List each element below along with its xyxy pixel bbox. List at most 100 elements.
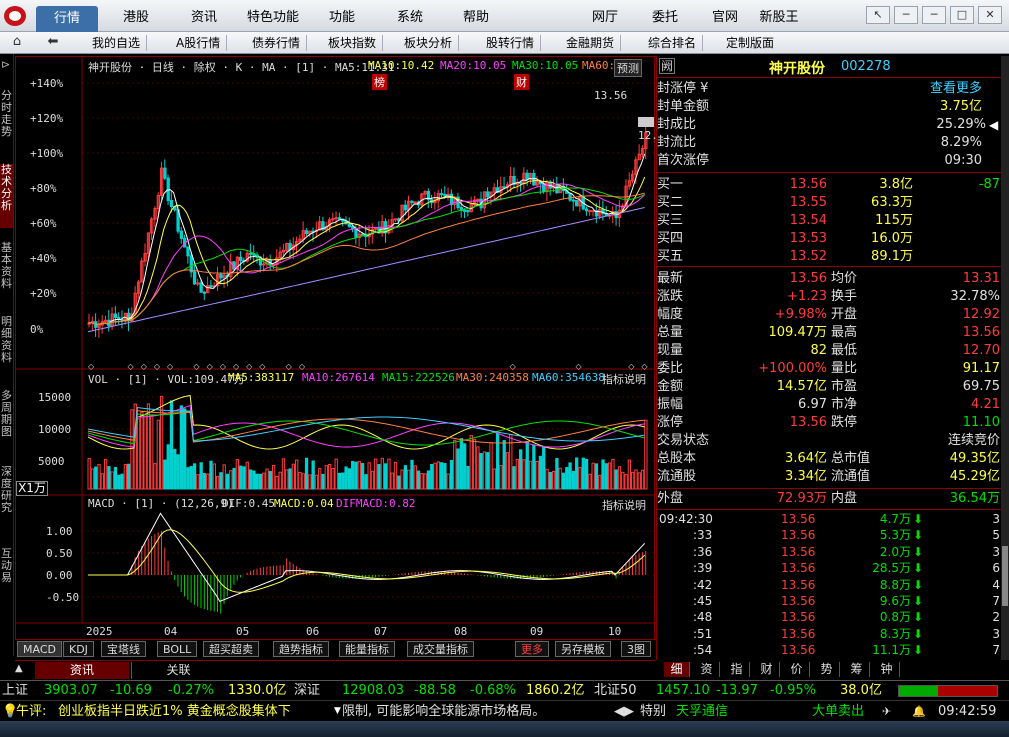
menu-tab-features[interactable]: 特色功能: [240, 8, 306, 28]
restore-icon[interactable]: ─: [922, 6, 946, 24]
panel-view-tab[interactable]: 价: [784, 662, 810, 677]
three-charts-button[interactable]: 3图: [621, 641, 651, 657]
menu-link-ipo[interactable]: 新股王: [755, 8, 803, 28]
nav-item-bonds[interactable]: 债券行情: [246, 35, 308, 51]
big-sell-alert[interactable]: 大单卖出: [812, 701, 864, 722]
bell-icon[interactable]: 🔔: [912, 701, 926, 722]
indicator-tab-overbought[interactable]: 超买超卖: [203, 641, 259, 657]
panel-view-tab[interactable]: 指: [724, 662, 750, 677]
menu-tab-help[interactable]: 帮助: [452, 8, 500, 28]
volume-bar: [90, 468, 95, 490]
nav-item-watchlist[interactable]: 我的自选: [86, 35, 148, 51]
indicator-tab-trend[interactable]: 趋势指标: [273, 641, 329, 657]
nav-item-futures[interactable]: 金融期货: [560, 35, 622, 51]
indicator-tab-macd[interactable]: MACD: [17, 641, 62, 657]
panel-view-tab[interactable]: 势: [814, 662, 840, 677]
bz-index-name[interactable]: 北证50: [594, 681, 637, 701]
stock-menu-icon[interactable]: 阙: [659, 58, 675, 74]
indicator-tab-energy[interactable]: 能量指标: [339, 641, 395, 657]
side-collapse-icon[interactable]: ⊳: [1, 58, 10, 71]
indicator-tab-volume[interactable]: 成交量指标: [407, 641, 474, 657]
kline-chart-svg[interactable]: ◇ ◇ ◇ ◇ ◇ ◇ ◇ ◇ ◇ ◇ ◇ ◇ ◇ ◇ ◇ ◇ ◇: [16, 57, 654, 639]
bid-row[interactable]: 买五 13.52 89.1万: [657, 248, 1002, 266]
info-tab-related[interactable]: 关联: [131, 662, 225, 679]
side-tab-multi-period[interactable]: 多周期图: [0, 390, 13, 450]
info-tab-news[interactable]: 资讯: [35, 662, 129, 679]
side-tab-research[interactable]: 深度研究: [0, 466, 13, 526]
volume-bar: [631, 471, 635, 490]
volume-bar: [627, 459, 632, 490]
forecast-button[interactable]: 预测: [614, 59, 642, 77]
tool-icon[interactable]: ✈: [882, 701, 891, 722]
more-button[interactable]: 更多: [515, 641, 549, 657]
kline-header[interactable]: 神开股份 · 日线 · 除权 · K · MA · [1] · MA5:11.3…: [88, 59, 395, 75]
tick-scrollbar[interactable]: [1001, 56, 1009, 660]
minimize-icon[interactable]: ─: [894, 6, 918, 24]
special-button[interactable]: 特别: [640, 701, 666, 722]
finance-flag[interactable]: 财: [514, 74, 529, 90]
news-headline-2[interactable]: 限制, 可能影响全球能源市场格局。: [342, 701, 545, 722]
signal-marker: ◇: [207, 362, 214, 371]
nav-item-neeq[interactable]: 股转行情: [480, 35, 542, 51]
side-tab-intraday[interactable]: 分时走势: [0, 90, 13, 150]
indicator-tab-tower[interactable]: 宝塔线: [101, 641, 146, 657]
volume-bar: [512, 466, 516, 490]
menu-tab-functions[interactable]: 功能: [318, 8, 366, 28]
panel-view-tab[interactable]: 财: [754, 662, 780, 677]
menu-link-trade[interactable]: 委托: [645, 8, 685, 28]
macd-indicator-help-button[interactable]: 指标说明: [602, 497, 646, 513]
view-more-link[interactable]: 查看更多: [930, 80, 982, 98]
volume-bar: [225, 473, 230, 490]
bid-row[interactable]: 买三 13.54 115万: [657, 212, 1002, 230]
nav-item-sector-analysis[interactable]: 板块分析: [398, 35, 460, 51]
tick-qty: 4.7万: [879, 512, 911, 526]
side-tab-details[interactable]: 明细资料: [0, 316, 13, 376]
bid-row[interactable]: 买四 13.53 16.0万: [657, 230, 1002, 248]
side-tab-technical[interactable]: 技术分析: [0, 164, 13, 228]
news-dropdown-icon[interactable]: ▼: [334, 701, 341, 722]
menu-link-site[interactable]: 官网: [705, 8, 745, 28]
macd-header[interactable]: MACD · [1] · (12,26,9): [88, 497, 234, 510]
tick-count: 6: [992, 561, 1000, 576]
nav-item-a-shares[interactable]: A股行情: [170, 35, 228, 51]
panel-view-tab[interactable]: 筹: [844, 662, 870, 677]
nav-item-sector-index[interactable]: 板块指数: [322, 35, 384, 51]
close-icon[interactable]: ✕: [978, 6, 1002, 24]
macd-value-label: MACD:0.04: [274, 497, 334, 510]
menu-tab-hk[interactable]: 港股: [110, 8, 162, 28]
sz-index-name[interactable]: 深证: [294, 681, 320, 701]
tick-price: 13.56: [781, 643, 816, 658]
side-tab-interaction[interactable]: 互动易: [0, 548, 13, 596]
vol-indicator-help-button[interactable]: 指标说明: [602, 371, 646, 387]
vol-header[interactable]: VOL · [1] · VOL:109.47万: [88, 371, 245, 387]
indicator-tab-boll[interactable]: BOLL: [157, 641, 198, 657]
news-brand[interactable]: 天孚通信: [676, 701, 728, 722]
bid-row[interactable]: 买一 13.56 3.8亿 -87: [657, 176, 1002, 194]
back-arrow-icon[interactable]: ⬅: [40, 34, 66, 52]
panel-view-tab[interactable]: 资: [694, 662, 720, 677]
home-icon[interactable]: ⌂: [4, 34, 30, 52]
seal-expand-icon[interactable]: ◀: [989, 118, 998, 132]
panel-view-tab[interactable]: 钟: [874, 662, 900, 677]
menu-link-hall[interactable]: 网厅: [585, 8, 625, 28]
news-headline[interactable]: 创业板指半日跌近1% 黄金概念股集体下: [58, 701, 291, 722]
side-tab-fundamentals[interactable]: 基本资料: [0, 242, 13, 302]
nav-item-ranking[interactable]: 综合排名: [642, 35, 704, 51]
nav-item-custom-layout[interactable]: 定制版面: [720, 35, 780, 51]
indicator-tab-kdj[interactable]: KDJ: [63, 641, 94, 657]
volume-bar: [281, 458, 286, 490]
save-template-button[interactable]: 另存模板: [555, 641, 611, 657]
info-collapse-icon[interactable]: ▲: [15, 663, 29, 677]
news-nav-icon[interactable]: ◀▶: [614, 701, 634, 722]
tick-time: :48: [693, 610, 713, 625]
maximize-icon[interactable]: □: [950, 6, 974, 24]
menu-tab-system[interactable]: 系统: [386, 8, 434, 28]
scrollbar-thumb[interactable]: [1002, 546, 1008, 606]
menu-tab-market[interactable]: 行情: [36, 6, 98, 32]
list-flag[interactable]: 榜: [372, 74, 387, 90]
panel-view-tab[interactable]: 细: [664, 662, 690, 677]
sh-index-name[interactable]: 上证: [2, 681, 28, 701]
help-cursor-icon[interactable]: ↖: [866, 6, 890, 24]
menu-tab-news[interactable]: 资讯: [178, 8, 230, 28]
bid-row[interactable]: 买二 13.55 63.3万: [657, 194, 1002, 212]
